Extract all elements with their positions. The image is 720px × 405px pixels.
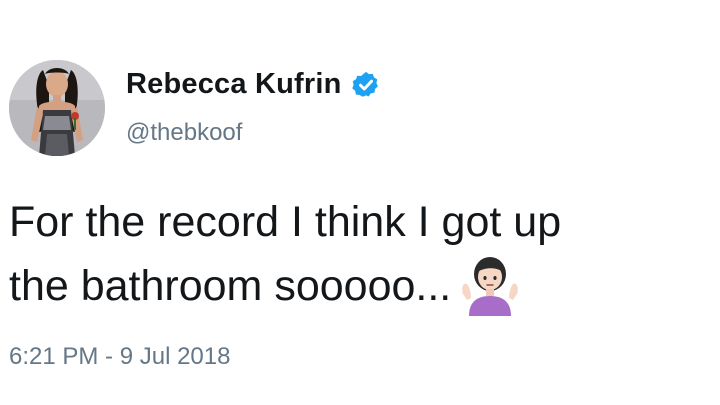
tweet-text-line-2: the bathroom sooooo...	[9, 254, 720, 318]
verified-badge-icon	[351, 70, 381, 100]
author-handle[interactable]: @thebkoof	[126, 119, 242, 147]
tweet-timestamp[interactable]: 6:21 PM - 9 Jul 2018	[9, 343, 230, 371]
woman-shrugging-emoji-icon	[459, 254, 521, 318]
tweet-text-line-2-text: the bathroom sooooo...	[9, 262, 452, 310]
author-display-name[interactable]: Rebecca Kufrin	[126, 68, 342, 101]
tweet-text-line-1: For the record I think I got up	[9, 198, 562, 246]
tweet-text: For the record I think I got up the bath…	[9, 190, 720, 318]
avatar[interactable]	[9, 60, 105, 156]
avatar-photo	[9, 60, 105, 156]
author-name-row[interactable]: Rebecca Kufrin	[126, 68, 381, 101]
tweet-card: Rebecca Kufrin @thebkoof For the record …	[0, 0, 720, 405]
